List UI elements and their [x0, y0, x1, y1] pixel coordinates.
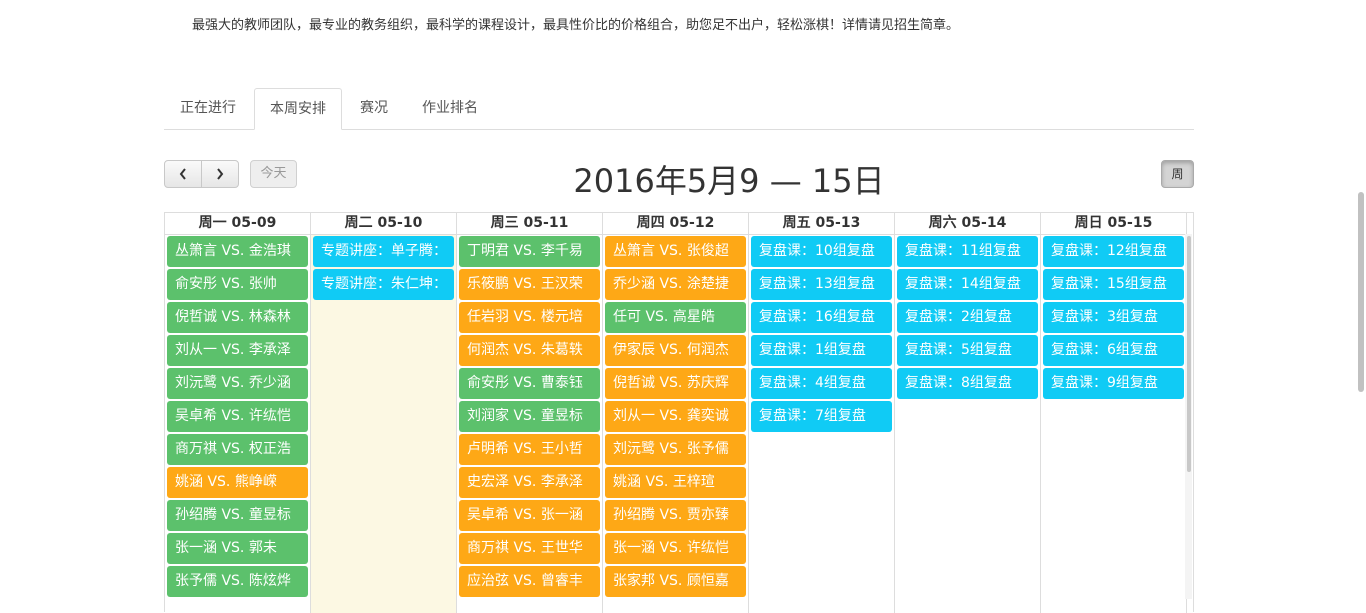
calendar-event[interactable]: 丛箫言 VS. 张俊超 — [605, 236, 746, 267]
calendar-event[interactable]: 复盘课：9组复盘 — [1043, 368, 1184, 399]
today-button[interactable]: 今天 — [250, 160, 297, 188]
calendar-event[interactable]: 史宏泽 VS. 李承泽 — [459, 467, 600, 498]
day-column: 周日 05-15 复盘课：12组复盘 复盘课：15组复盘 复盘课：3组复盘 复盘课：6组… — [1041, 213, 1187, 613]
calendar-event[interactable]: 孙绍腾 VS. 贾亦臻 — [605, 500, 746, 531]
next-week-button[interactable] — [201, 160, 239, 188]
calendar-event[interactable]: 任岩羽 VS. 楼元培 — [459, 302, 600, 333]
calendar-event[interactable]: 丛箫言 VS. 金浩琪 — [167, 236, 308, 267]
calendar-event[interactable]: 复盘课：6组复盘 — [1043, 335, 1184, 366]
tab-match-status[interactable]: 赛况 — [348, 88, 400, 128]
calendar-event[interactable]: 倪哲诚 VS. 林森林 — [167, 302, 308, 333]
calendar-event[interactable]: 张予儒 VS. 陈炫烨 — [167, 566, 308, 597]
calendar-title: 2016年5月9 — 15日 — [573, 162, 885, 200]
calendar-event[interactable]: 复盘课：10组复盘 — [751, 236, 892, 267]
calendar-event[interactable]: 任可 VS. 高星皓 — [605, 302, 746, 333]
calendar-event[interactable]: 刘沅鹭 VS. 乔少涵 — [167, 368, 308, 399]
calendar-event[interactable]: 姚涵 VS. 熊峥嵘 — [167, 467, 308, 498]
calendar-event[interactable]: 复盘课：13组复盘 — [751, 269, 892, 300]
page-scrollbar-thumb[interactable] — [1358, 192, 1364, 392]
calendar-event[interactable]: 商万祺 VS. 王世华 — [459, 533, 600, 564]
day-column: 周五 05-13 复盘课：10组复盘 复盘课：13组复盘 复盘课：16组复盘 复盘课：1… — [749, 213, 895, 613]
calendar-event[interactable]: 何润杰 VS. 朱葛轶 — [459, 335, 600, 366]
day-header: 周一 05-09 — [165, 213, 310, 235]
calendar-event[interactable]: 刘沅鹭 VS. 张予儒 — [605, 434, 746, 465]
tab-this-week[interactable]: 本周安排 — [254, 88, 342, 130]
tab-bar: 正在进行 本周安排 赛况 作业排名 — [164, 88, 1194, 130]
calendar-event[interactable]: 俞安彤 VS. 张帅 — [167, 269, 308, 300]
calendar-event[interactable]: 复盘课：8组复盘 — [897, 368, 1038, 399]
calendar-event[interactable]: 倪哲诚 VS. 苏庆辉 — [605, 368, 746, 399]
prev-week-button[interactable] — [164, 160, 202, 188]
calendar-event[interactable]: 伊家辰 VS. 何润杰 — [605, 335, 746, 366]
chevron-right-icon — [217, 168, 224, 180]
day-column: 周二 05-10 专题讲座：单子腾： 专题讲座：朱仁坤： — [311, 213, 457, 613]
calendar-event[interactable]: 张一涵 VS. 郭未 — [167, 533, 308, 564]
chevron-left-icon — [179, 168, 186, 180]
day-column: 周四 05-12 丛箫言 VS. 张俊超 乔少涵 VS. 涂楚捷 任可 VS. 高星皓… — [603, 213, 749, 613]
calendar-event[interactable]: 复盘课：12组复盘 — [1043, 236, 1184, 267]
day-header: 周四 05-12 — [603, 213, 748, 235]
calendar-event[interactable]: 复盘课：14组复盘 — [897, 269, 1038, 300]
calendar-event[interactable]: 复盘课：1组复盘 — [751, 335, 892, 366]
calendar-event[interactable]: 俞安彤 VS. 曹泰钰 — [459, 368, 600, 399]
calendar-event[interactable]: 刘从一 VS. 李承泽 — [167, 335, 308, 366]
calendar-event[interactable]: 吴卓希 VS. 张一涵 — [459, 500, 600, 531]
calendar-event[interactable]: 刘从一 VS. 龚奕诚 — [605, 401, 746, 432]
calendar-event[interactable]: 复盘课：7组复盘 — [751, 401, 892, 432]
day-column: 周六 05-14 复盘课：11组复盘 复盘课：14组复盘 复盘课：2组复盘 复盘课：5组… — [895, 213, 1041, 613]
week-calendar: 周一 05-09 丛箫言 VS. 金浩琪 俞安彤 VS. 张帅 倪哲诚 VS. 林森林… — [164, 212, 1194, 613]
calendar-event[interactable]: 姚涵 VS. 王梓瑄 — [605, 467, 746, 498]
calendar-scrollbar-thumb[interactable] — [1187, 236, 1191, 472]
calendar-event[interactable]: 复盘课：15组复盘 — [1043, 269, 1184, 300]
calendar-event[interactable]: 孙绍腾 VS. 童昱标 — [167, 500, 308, 531]
day-column: 周三 05-11 丁明君 VS. 李千易 乐筱鹏 VS. 王汉荣 任岩羽 VS. 楼元… — [457, 213, 603, 613]
calendar-event[interactable]: 复盘课：16组复盘 — [751, 302, 892, 333]
day-column: 周一 05-09 丛箫言 VS. 金浩琪 俞安彤 VS. 张帅 倪哲诚 VS. 林森林… — [165, 213, 311, 613]
day-header: 周五 05-13 — [749, 213, 894, 235]
calendar-event[interactable]: 复盘课：11组复盘 — [897, 236, 1038, 267]
day-header: 周二 05-10 — [311, 213, 456, 235]
tab-ongoing[interactable]: 正在进行 — [164, 88, 252, 128]
calendar-event[interactable]: 专题讲座：单子腾： — [313, 236, 454, 267]
calendar-event[interactable]: 丁明君 VS. 李千易 — [459, 236, 600, 267]
calendar-event[interactable]: 复盘课：4组复盘 — [751, 368, 892, 399]
calendar-event[interactable]: 刘润家 VS. 童昱标 — [459, 401, 600, 432]
calendar-event[interactable]: 乔少涵 VS. 涂楚捷 — [605, 269, 746, 300]
calendar-event[interactable]: 张一涵 VS. 许纮恺 — [605, 533, 746, 564]
day-header: 周六 05-14 — [895, 213, 1040, 235]
calendar-event[interactable]: 复盘课：5组复盘 — [897, 335, 1038, 366]
calendar-event[interactable]: 吴卓希 VS. 许纮恺 — [167, 401, 308, 432]
calendar-event[interactable]: 复盘课：3组复盘 — [1043, 302, 1184, 333]
day-header: 周三 05-11 — [457, 213, 602, 235]
week-view-button[interactable]: 周 — [1161, 160, 1194, 188]
intro-text: 最强大的教师团队，最专业的教务组织，最科学的课程设计，最具性价比的价格组合，助您… — [192, 18, 960, 33]
calendar-event[interactable]: 应治弦 VS. 曾睿丰 — [459, 566, 600, 597]
calendar-event[interactable]: 商万祺 VS. 权正浩 — [167, 434, 308, 465]
calendar-event[interactable]: 卢明希 VS. 王小哲 — [459, 434, 600, 465]
day-header: 周日 05-15 — [1041, 213, 1186, 235]
calendar-event[interactable]: 张家邦 VS. 顾恒嘉 — [605, 566, 746, 597]
calendar-event[interactable]: 乐筱鹏 VS. 王汉荣 — [459, 269, 600, 300]
tab-homework-ranking[interactable]: 作业排名 — [412, 88, 488, 128]
calendar-event[interactable]: 复盘课：2组复盘 — [897, 302, 1038, 333]
calendar-event[interactable]: 专题讲座：朱仁坤： — [313, 269, 454, 300]
